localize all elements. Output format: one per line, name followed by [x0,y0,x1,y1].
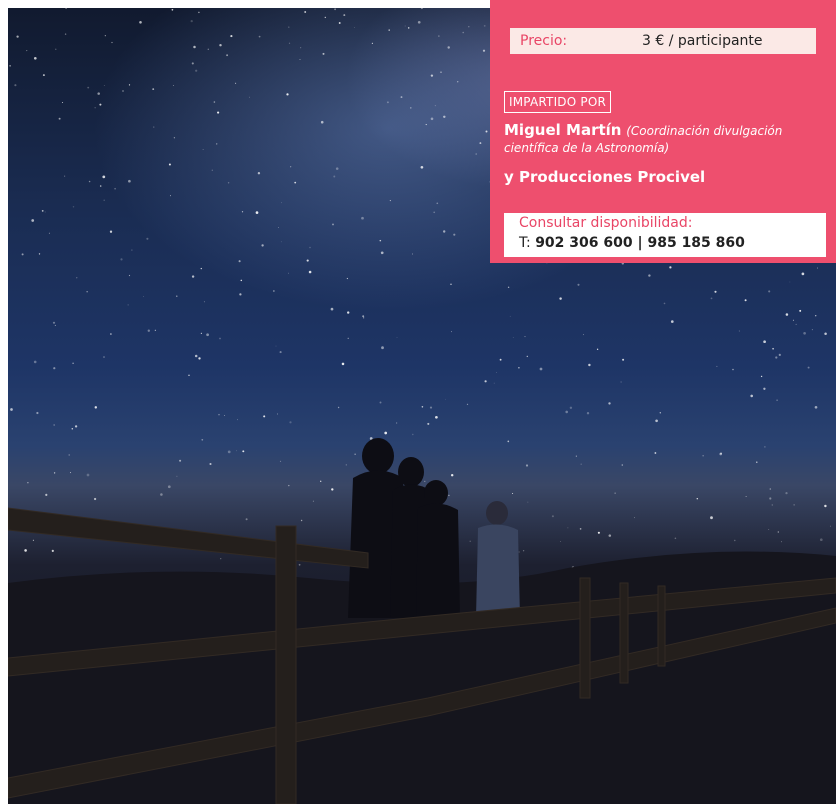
contact-box: Consultar disponibilidad: T: 902 306 600… [504,213,826,257]
price-row: Precio: 3 € / participante [510,28,816,54]
impartido-por-label: IMPARTIDO POR [504,91,612,113]
phone-numbers[interactable]: 902 306 600 | 985 185 860 [535,235,745,251]
availability-label: Consultar disponibilidad: [519,215,693,231]
phone-line: T: 902 306 600 | 985 185 860 [519,235,745,251]
price-value: 3 € / participante [642,33,763,49]
activity-info-panel: Precio: 3 € / participante IMPARTIDO POR… [490,0,836,263]
instructor-name: Miguel Martín [504,121,622,139]
instructor-info: Miguel Martín (Coordinación divulgación … [504,122,830,156]
phone-prefix: T: [519,235,531,251]
price-label: Precio: [520,33,568,49]
producer-name: y Producciones Procivel [504,168,706,186]
